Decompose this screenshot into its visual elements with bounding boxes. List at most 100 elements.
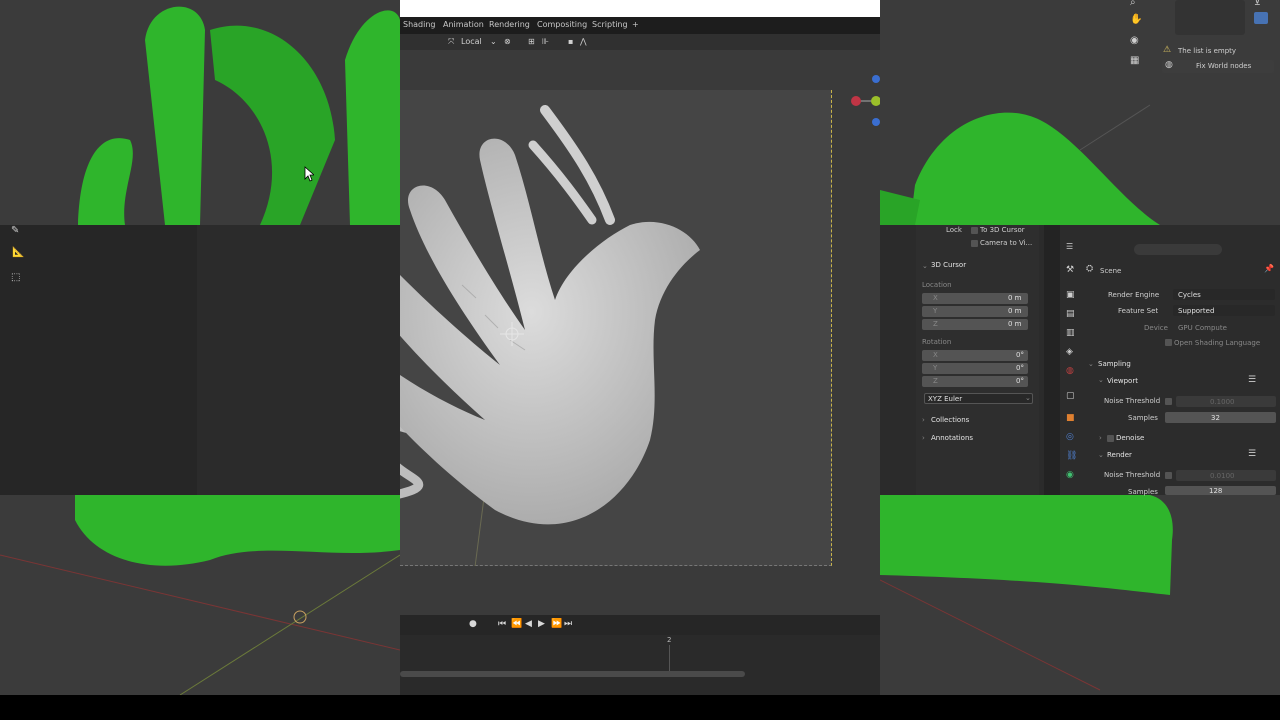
render-samples-value: 128 <box>1209 487 1223 495</box>
render-noise-value: 0.0100 <box>1210 472 1235 480</box>
world-props-icon[interactable]: ◍ <box>1066 367 1074 376</box>
device-value: GPU Compute <box>1178 324 1227 332</box>
collapse-chevron-icon[interactable]: ⌄ <box>922 262 928 270</box>
proportional-edit-icon[interactable]: ▪ <box>568 37 573 46</box>
viewport-subpanel-header[interactable]: Viewport <box>1107 377 1138 385</box>
collection-props-icon[interactable]: ▢ <box>1066 392 1075 401</box>
rotation-y-field[interactable] <box>922 363 1028 374</box>
osl-checkbox[interactable] <box>1165 339 1172 346</box>
cursor-panel-header[interactable]: 3D Cursor <box>931 261 966 269</box>
rotation-mode-value: XYZ Euler <box>928 395 963 403</box>
outliner-panel <box>1175 0 1245 35</box>
render-samples-label: Samples <box>1128 488 1158 496</box>
lock-to-cursor-checkbox[interactable] <box>971 227 978 234</box>
annotate-icon[interactable]: ✎ <box>11 226 19 236</box>
left-viewport[interactable]: ✎ 📐 ⬚ <box>0 0 400 695</box>
jump-end-icon[interactable]: ⏭ <box>564 619 572 629</box>
snap-target-icon[interactable]: ⊪ <box>542 37 549 46</box>
collapse-chevron-icon[interactable]: ⌄ <box>1088 360 1094 368</box>
location-z-value: 0 m <box>1008 320 1022 328</box>
list-icon[interactable]: ☰ <box>1248 450 1256 459</box>
list-icon[interactable]: ☰ <box>1248 376 1256 385</box>
tab-shading[interactable]: Shading <box>403 20 436 29</box>
filter-icon[interactable]: ⊻ <box>1254 0 1261 8</box>
chevron-down-icon[interactable]: ⌄ <box>490 37 497 46</box>
navigation-gizmo[interactable] <box>840 70 880 130</box>
view-layer-icon[interactable]: ▥ <box>1066 329 1075 338</box>
render-noise-checkbox[interactable] <box>1165 472 1172 479</box>
add-cube-icon[interactable]: ⬚ <box>11 273 20 283</box>
denoise-subpanel-header[interactable]: Denoise <box>1116 434 1144 442</box>
properties-search-input[interactable] <box>1134 244 1222 255</box>
expand-chevron-icon[interactable]: › <box>922 416 925 424</box>
warning-icon: ⚠ <box>1163 45 1172 55</box>
right-viewport[interactable]: ⌕ ✋ ◉ ▦ ⊻ ⚠ The list is empty ◍ Fix Worl… <box>880 0 1280 695</box>
viewport-noise-value: 0.1000 <box>1210 398 1235 406</box>
timeline-scrollbar[interactable] <box>400 671 745 677</box>
camera-to-view-checkbox[interactable] <box>971 240 978 247</box>
tab-animation[interactable]: Animation <box>443 20 484 29</box>
location-label: Location <box>922 281 952 289</box>
data-icon[interactable]: ◉ <box>1066 471 1074 480</box>
collections-panel-header[interactable]: Collections <box>931 416 969 424</box>
location-y-axis: Y <box>933 307 938 315</box>
tab-compositing[interactable]: Compositing <box>537 20 587 29</box>
world-icon: ◍ <box>1165 60 1173 70</box>
location-x-value: 0 m <box>1008 294 1022 302</box>
jump-keyframe-back-icon[interactable]: ⏪ <box>511 619 522 629</box>
rotation-x-axis: X <box>933 351 938 359</box>
toolbar-column <box>0 225 197 495</box>
denoise-checkbox[interactable] <box>1107 435 1114 442</box>
jump-start-icon[interactable]: ⏮ <box>498 619 506 629</box>
perspective-grid-icon[interactable]: ▦ <box>1130 56 1139 66</box>
output-icon[interactable]: ▤ <box>1066 310 1075 319</box>
status-bar <box>0 695 1280 720</box>
jump-keyframe-forward-icon[interactable]: ⏩ <box>551 619 562 629</box>
viewport-samples-label: Samples <box>1128 414 1158 422</box>
lock-label: Lock <box>946 226 962 234</box>
play-icon[interactable]: ▶ <box>538 619 545 629</box>
record-icon[interactable]: ● <box>469 619 477 629</box>
play-reverse-icon[interactable]: ◀ <box>525 619 532 629</box>
sampling-panel-header[interactable]: Sampling <box>1098 360 1131 368</box>
viewport-noise-checkbox[interactable] <box>1165 398 1172 405</box>
scene-props-icon[interactable]: ◈ <box>1066 348 1073 357</box>
render-engine-value: Cycles <box>1178 291 1201 299</box>
render-noise-label: Noise Threshold <box>1104 471 1161 479</box>
transform-orientation-select[interactable]: Local <box>461 37 482 46</box>
timeline[interactable] <box>400 635 880 695</box>
camera-view-icon[interactable]: ◉ <box>1130 36 1139 46</box>
add-workspace-button[interactable]: + <box>632 20 639 29</box>
viewport-samples-field[interactable] <box>1165 412 1276 423</box>
render-subpanel-header[interactable]: Render <box>1107 451 1132 459</box>
expand-chevron-icon[interactable]: › <box>1099 434 1102 442</box>
expand-chevron-icon[interactable]: › <box>922 434 925 442</box>
transform-orientation-icon[interactable]: ⤧ <box>448 37 454 47</box>
snap-icon[interactable]: ⊞ <box>528 37 535 46</box>
timeline-playhead[interactable] <box>669 645 670 671</box>
viewport-samples-value: 32 <box>1211 414 1220 422</box>
location-z-axis: Z <box>933 320 938 328</box>
measure-icon[interactable]: 📐 <box>12 248 24 258</box>
tab-scripting[interactable]: Scripting <box>592 20 628 29</box>
viewport-noise-label: Noise Threshold <box>1104 397 1161 405</box>
rotation-x-value: 0° <box>1016 351 1024 359</box>
object-props-icon[interactable]: ■ <box>1066 414 1075 423</box>
render-icon[interactable]: ▣ <box>1066 291 1075 300</box>
waving-hand-model <box>400 105 700 566</box>
physics-icon[interactable]: ◎ <box>1066 433 1074 442</box>
constraints-icon[interactable]: ⛓ <box>1066 452 1077 461</box>
collapse-chevron-icon[interactable]: ⌄ <box>1098 376 1104 384</box>
tool-icon[interactable]: ⚒ <box>1066 266 1074 275</box>
title-bar <box>400 0 880 17</box>
annotations-panel-header[interactable]: Annotations <box>931 434 973 442</box>
tab-rendering[interactable]: Rendering <box>489 20 530 29</box>
zoom-icon[interactable]: ⌕ <box>1130 0 1136 8</box>
pivot-point-icon[interactable]: ⊗ <box>504 37 511 46</box>
pan-hand-icon[interactable]: ✋ <box>1130 15 1142 25</box>
editor-type-icon[interactable]: ☰ <box>1066 243 1073 251</box>
falloff-icon[interactable]: ⋀ <box>580 37 587 46</box>
pin-icon[interactable]: 📌 <box>1264 265 1274 273</box>
collapse-chevron-icon[interactable]: ⌄ <box>1098 451 1104 459</box>
scene-icon-active[interactable] <box>1254 12 1268 24</box>
